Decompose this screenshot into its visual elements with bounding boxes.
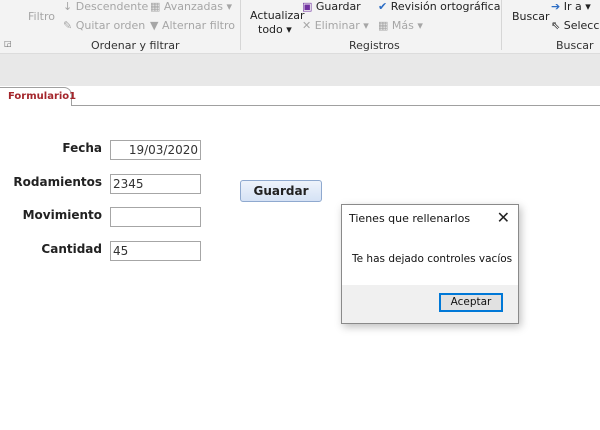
- group-label-records: Registros: [349, 39, 400, 52]
- movimiento-label: Movimiento: [22, 208, 102, 222]
- rodamientos-field[interactable]: 2345: [110, 174, 201, 194]
- save-icon: ▣: [302, 0, 316, 13]
- fecha-label: Fecha: [62, 141, 102, 155]
- arrow-right-icon: ➔: [551, 0, 564, 13]
- select-button[interactable]: ⇖ Seleccio: [551, 19, 600, 32]
- more-button[interactable]: ▦ Más ▾: [378, 19, 423, 32]
- dialog-footer: Aceptar: [342, 285, 518, 323]
- filter-button[interactable]: Filtro: [28, 10, 55, 23]
- dialog-message: Te has dejado controles vacíos: [352, 253, 513, 265]
- clear-sort-button[interactable]: ✎ Quitar orden: [63, 19, 145, 32]
- divider: [240, 0, 241, 50]
- advanced-icon: ▦: [150, 0, 164, 13]
- delete-button[interactable]: ✕ Eliminar ▾: [302, 19, 369, 32]
- cantidad-label: Cantidad: [41, 242, 102, 256]
- message-bar-area: [0, 54, 600, 86]
- tab-formulario1[interactable]: Formulario1: [0, 87, 76, 106]
- document-tabs: [0, 86, 600, 106]
- delete-x-icon: ✕: [302, 19, 315, 32]
- sort-desc-icon: ↓: [63, 0, 76, 13]
- advanced-button[interactable]: ▦ Avanzadas ▾: [150, 0, 232, 13]
- find-button[interactable]: Buscar: [512, 10, 550, 23]
- group-label-sort: Ordenar y filtrar: [91, 39, 180, 52]
- ribbon: Filtro ↓ Descendente ✎ Quitar orden ▦ Av…: [0, 0, 600, 54]
- dialog-title: Tienes que rellenarlos: [349, 212, 471, 225]
- cursor-icon: ⇖: [551, 19, 564, 32]
- sort-descending-button[interactable]: ↓ Descendente: [63, 0, 148, 13]
- dialog-launcher-icon[interactable]: ◲: [4, 39, 12, 48]
- refresh-all-dropdown[interactable]: todo ▾: [258, 23, 292, 36]
- clear-sort-icon: ✎: [63, 19, 76, 32]
- fecha-field[interactable]: 19/03/2020: [110, 140, 201, 160]
- grid-icon: ▦: [378, 19, 392, 32]
- save-button[interactable]: Guardar: [240, 180, 322, 202]
- cantidad-field[interactable]: 45: [110, 241, 201, 261]
- rodamientos-label: Rodamientos: [13, 175, 102, 189]
- spelling-button[interactable]: ✔ Revisión ortográfica: [378, 0, 500, 13]
- ok-button[interactable]: Aceptar: [439, 293, 503, 312]
- message-dialog: Tienes que rellenarlos ✕ Te has dejado c…: [341, 204, 519, 324]
- check-icon: ✔: [378, 0, 391, 13]
- save-record-button[interactable]: ▣ Guardar: [302, 0, 361, 13]
- refresh-all-button[interactable]: Actualizar: [250, 9, 305, 22]
- toggle-filter-button[interactable]: ▼ Alternar filtro: [150, 19, 235, 32]
- group-label-find: Buscar: [556, 39, 594, 52]
- divider: [501, 0, 502, 50]
- goto-button[interactable]: ➔ Ir a ▾: [551, 0, 591, 13]
- funnel-icon: ▼: [150, 19, 162, 32]
- close-icon[interactable]: ✕: [497, 208, 510, 227]
- movimiento-field[interactable]: [110, 207, 201, 227]
